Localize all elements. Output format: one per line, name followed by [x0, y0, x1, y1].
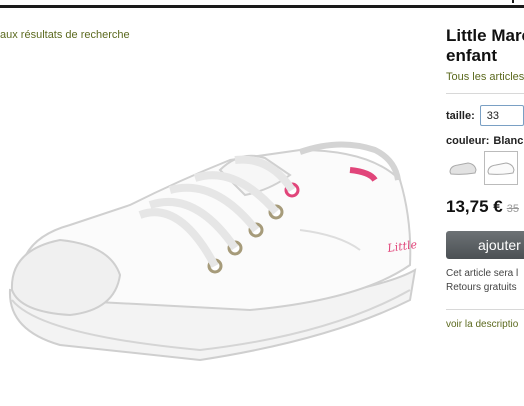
product-title-line2: enfant: [446, 46, 497, 65]
color-label: couleur:: [446, 135, 490, 147]
color-value: Blanc: [493, 135, 524, 147]
size-label: taille:: [446, 109, 475, 122]
description-link[interactable]: voir la descriptio: [446, 319, 524, 330]
product-title: Little Marc enfant: [446, 26, 524, 66]
all-articles-link[interactable]: Tous les articles: [446, 71, 524, 83]
size-row: taille: 33: [446, 105, 524, 126]
shipping-info: Cet article sera l Retours gratuits: [446, 267, 524, 295]
swatch-grey[interactable]: [446, 151, 480, 185]
product-title-line1: Little Marc: [446, 26, 524, 45]
top-bar-tick: [512, 0, 514, 3]
top-bar: [0, 0, 524, 8]
add-to-cart-button[interactable]: ajouter: [446, 231, 524, 259]
sneaker-image: Little: [8, 141, 418, 362]
back-to-results-link[interactable]: aux résultats de recherche: [0, 29, 130, 41]
divider: [446, 309, 524, 310]
size-select[interactable]: 33: [479, 105, 524, 126]
old-price: 35: [506, 203, 519, 215]
product-panel: Little Marc enfant Tous les articles tai…: [446, 26, 524, 330]
price: 13,75 €: [446, 197, 503, 216]
swatch-white[interactable]: [484, 151, 518, 185]
divider: [446, 93, 524, 94]
shoe-thumbnail-grey-icon: [449, 162, 477, 175]
shipping-info-line1: Cet article sera l: [446, 268, 519, 279]
price-row: 13,75 €35: [446, 197, 524, 217]
product-image[interactable]: Little: [0, 120, 430, 380]
free-returns-line: Retours gratuits: [446, 282, 517, 293]
color-row: couleur: Blanc: [446, 135, 524, 147]
color-swatches: [446, 151, 524, 185]
shoe-thumbnail-white-icon: [487, 162, 515, 175]
